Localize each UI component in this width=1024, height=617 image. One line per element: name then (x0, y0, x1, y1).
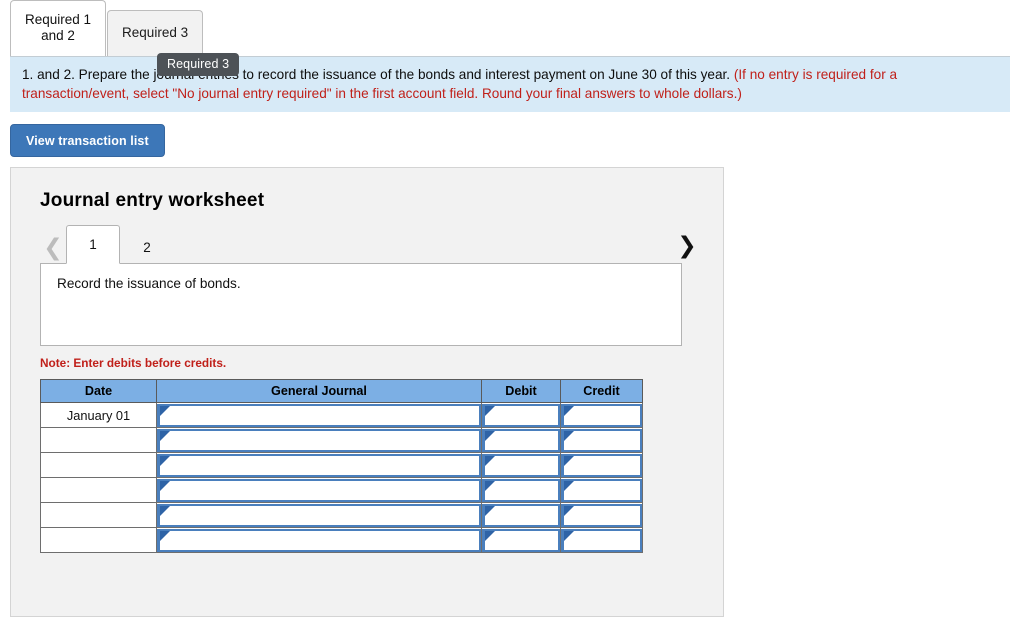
table-row: January 01 (40, 402, 643, 428)
cell-credit (560, 452, 643, 478)
cell-general-journal (156, 452, 482, 478)
cell-debit (481, 527, 561, 553)
worksheet-page-1-label: 1 (89, 237, 97, 252)
tab-required-1-and-2[interactable]: Required 1 and 2 (10, 0, 107, 56)
cell-general-journal (156, 477, 482, 503)
journal-entry-worksheet-panel: Journal entry worksheet ❮ 1 2 ❯ Record t… (10, 167, 724, 617)
credit-input[interactable] (561, 528, 642, 552)
credit-input[interactable] (561, 403, 642, 427)
credit-input[interactable] (561, 503, 642, 527)
tab-strip: Required 1 and 2 Required 3 (0, 0, 1024, 56)
cell-debit (481, 477, 561, 503)
general-journal-input[interactable] (157, 503, 481, 527)
instruction-primary-text: 1. and 2. Prepare the journal entries to… (22, 67, 734, 82)
cell-general-journal (156, 402, 482, 428)
credit-input[interactable] (561, 478, 642, 502)
page-title: Journal entry worksheet (40, 190, 265, 211)
tab-required-3-label: Required 3 (122, 25, 189, 40)
cell-date (40, 477, 157, 503)
credit-input[interactable] (561, 428, 642, 452)
cell-general-journal (156, 502, 482, 528)
table-row (40, 452, 643, 478)
worksheet-page-2-label: 2 (143, 240, 151, 255)
tab-required-3[interactable]: Required 3 (107, 10, 204, 56)
cell-credit (560, 502, 643, 528)
cell-credit (560, 402, 643, 428)
cell-credit (560, 477, 643, 503)
cell-debit (481, 402, 561, 428)
debit-input[interactable] (482, 428, 560, 452)
cell-credit (560, 527, 643, 553)
table-row (40, 502, 643, 528)
credit-input[interactable] (561, 453, 642, 477)
general-journal-input[interactable] (157, 528, 481, 552)
journal-entry-table: Date General Journal Debit Credit Januar… (40, 379, 643, 553)
debit-input[interactable] (482, 528, 560, 552)
cell-debit (481, 452, 561, 478)
chevron-right-icon[interactable]: ❯ (674, 230, 700, 262)
column-header-debit: Debit (481, 379, 561, 403)
general-journal-input[interactable] (157, 403, 481, 427)
table-row (40, 427, 643, 453)
debit-input[interactable] (482, 478, 560, 502)
general-journal-input[interactable] (157, 453, 481, 477)
cell-general-journal (156, 527, 482, 553)
worksheet-page-2[interactable]: 2 (120, 231, 174, 264)
debit-input[interactable] (482, 503, 560, 527)
debit-input[interactable] (482, 453, 560, 477)
worksheet-pager: ❮ 1 2 ❯ (11, 225, 723, 264)
column-header-general-journal: General Journal (156, 379, 482, 403)
table-row (40, 527, 643, 553)
cell-debit (481, 427, 561, 453)
debits-before-credits-note: Note: Enter debits before credits. (40, 356, 227, 370)
tooltip-required-3: Required 3 (157, 53, 240, 76)
column-header-credit: Credit (560, 379, 643, 403)
column-header-date: Date (40, 379, 157, 403)
cell-date (40, 427, 157, 453)
worksheet-description-text: Record the issuance of bonds. (57, 276, 241, 291)
cell-debit (481, 502, 561, 528)
cell-credit (560, 427, 643, 453)
chevron-left-icon[interactable]: ❮ (40, 232, 66, 264)
tab-required-1-and-2-label: Required 1 and 2 (25, 12, 92, 43)
cell-date: January 01 (40, 402, 157, 428)
tooltip-text: Required 3 (167, 57, 230, 71)
cell-date (40, 527, 157, 553)
cell-date (40, 452, 157, 478)
general-journal-input[interactable] (157, 478, 481, 502)
debit-input[interactable] (482, 403, 560, 427)
cell-date (40, 502, 157, 528)
table-header-row: Date General Journal Debit Credit (40, 379, 643, 403)
cell-general-journal (156, 427, 482, 453)
worksheet-page-1[interactable]: 1 (66, 225, 120, 264)
worksheet-description-box: Record the issuance of bonds. (40, 263, 682, 346)
general-journal-input[interactable] (157, 428, 481, 452)
table-row (40, 477, 643, 503)
view-transaction-list-label: View transaction list (26, 133, 149, 148)
view-transaction-list-button[interactable]: View transaction list (10, 124, 165, 157)
